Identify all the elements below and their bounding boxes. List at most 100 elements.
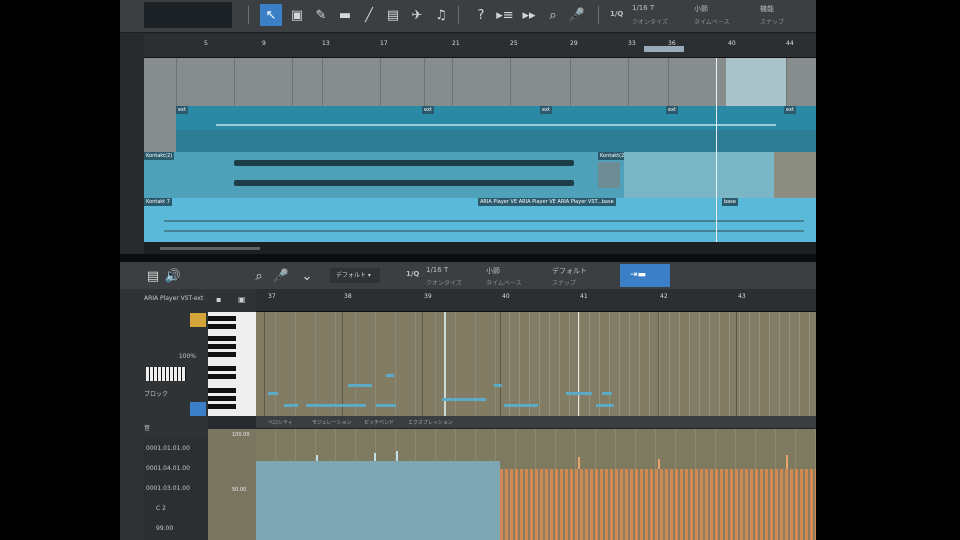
scale-max: 100.00	[232, 432, 250, 438]
arrange-scrollbar[interactable]	[144, 242, 816, 254]
snap-next-icon[interactable]: ▸▸	[518, 4, 540, 26]
pencil-icon[interactable]: ✎	[310, 4, 332, 26]
loop-marker[interactable]	[644, 46, 684, 52]
lock-icon[interactable]: ▣	[238, 295, 246, 304]
black-key[interactable]	[208, 404, 236, 409]
arrange-ruler[interactable]: 5 9 13 17 21 25 29 33 36 40 44	[144, 34, 816, 58]
velocity-bar[interactable]	[374, 453, 376, 461]
playhead[interactable]	[716, 58, 717, 242]
midi-note[interactable]	[442, 398, 486, 401]
lane-dropdown[interactable]: 音	[120, 423, 208, 432]
edit-mode-label[interactable]: ブロック	[120, 389, 208, 398]
midi-note[interactable]	[602, 392, 612, 395]
midi-note[interactable]	[376, 404, 396, 407]
split-icon[interactable]: ▤	[382, 4, 404, 26]
clip-name[interactable]: ext	[422, 106, 434, 114]
midi-note[interactable]	[504, 404, 538, 407]
midi-note[interactable]	[348, 384, 372, 387]
midi-note[interactable]	[494, 384, 502, 387]
scrub-icon[interactable]: 🎤	[270, 265, 292, 287]
editor-quantize-value[interactable]: 1/16 T	[426, 266, 448, 274]
clip-name[interactable]: ext	[784, 106, 796, 114]
settings-icon[interactable]	[190, 402, 206, 416]
snap-label: スナップ	[760, 19, 785, 26]
zoom-icon[interactable]: ⌕	[248, 265, 270, 287]
black-key[interactable]	[208, 324, 236, 329]
midi-note[interactable]	[386, 374, 394, 377]
midi-note[interactable]	[566, 392, 592, 395]
velocity-bars-blue[interactable]	[256, 461, 500, 540]
editor-timebase-value[interactable]: 小節	[486, 266, 500, 276]
timebase-value[interactable]: 小節	[694, 4, 708, 14]
mute-tool-icon[interactable]: ✈	[406, 4, 428, 26]
tab-velocity[interactable]: ベロシティ	[268, 419, 293, 426]
snap-value[interactable]: 機能	[760, 4, 774, 14]
controller-tabs: ベロシティ モジュレーション ピッチベンド エクスプレッション	[256, 416, 816, 429]
black-key[interactable]	[208, 344, 236, 349]
zoom-icon[interactable]: ⌕	[542, 4, 564, 26]
curve-icon[interactable]: ⌄	[296, 265, 318, 287]
velocity-bars-orange[interactable]	[500, 469, 816, 540]
velocity-bar[interactable]	[786, 455, 788, 469]
black-key[interactable]	[208, 374, 236, 379]
instrument-name[interactable]: ARIA Player VST-ext	[120, 295, 208, 302]
clip-name[interactable]: ext	[540, 106, 552, 114]
listen-icon[interactable]: ♫	[430, 4, 452, 26]
quantize-value[interactable]: 1/16 T	[632, 4, 654, 12]
velocity-bar[interactable]	[396, 451, 398, 461]
scrollbar-thumb[interactable]	[160, 247, 260, 250]
tab-modulation[interactable]: モジュレーション	[312, 419, 351, 426]
velocity-bar[interactable]	[578, 457, 580, 469]
help-icon[interactable]: ?	[470, 4, 492, 26]
pane-divider[interactable]	[120, 254, 816, 262]
select-arrow-icon[interactable]: ↖	[260, 4, 282, 26]
velocity-bar[interactable]	[658, 459, 660, 469]
tab-expression[interactable]: エクスプレッション	[408, 419, 453, 426]
black-key[interactable]	[208, 352, 236, 357]
track-color-swatch[interactable]	[190, 313, 206, 327]
audio-waveform	[234, 160, 574, 166]
piano-roll-grid[interactable]	[256, 312, 816, 416]
eraser-icon[interactable]: ▬	[334, 4, 356, 26]
midi-note[interactable]	[306, 404, 366, 407]
ruler-tick: 21	[452, 40, 460, 47]
editor-ruler[interactable]: ▪ ▣ 37 38 39 40 41 42 43	[208, 289, 816, 312]
black-key[interactable]	[208, 316, 236, 321]
clip-name[interactable]: ARIA Player VE ARIA Player VE ARIA Playe…	[478, 198, 616, 206]
black-key[interactable]	[208, 396, 236, 401]
midi-note[interactable]	[284, 404, 298, 407]
clip-name[interactable]: Kontakt(2)	[144, 152, 175, 160]
range-tool-icon[interactable]: ▣	[286, 4, 308, 26]
editor-quantize-label: クオンタイズ	[426, 280, 462, 287]
toolbar-left-box[interactable]	[144, 2, 232, 28]
midi-note[interactable]	[596, 404, 614, 407]
grid-icon[interactable]: ▪	[216, 295, 221, 304]
tab-pitchbend[interactable]: ピッチベンド	[364, 419, 394, 426]
ruler-tick: 44	[786, 40, 794, 47]
editor-snap-value[interactable]: デフォルト	[552, 266, 587, 276]
editor-mode-value: デフォルト	[336, 272, 367, 279]
clip-selection[interactable]	[598, 162, 620, 188]
clip-name[interactable]: ext	[666, 106, 678, 114]
velocity-lane[interactable]	[256, 429, 816, 540]
clip-name[interactable]: base	[722, 198, 738, 206]
black-key[interactable]	[208, 388, 236, 393]
speaker-icon[interactable]: 🔊	[162, 265, 184, 287]
value-list: 0001.01.01.00 0001.04.01.00 0001.03.01.0…	[144, 439, 208, 540]
paint-icon[interactable]: ╱	[358, 4, 380, 26]
arrange-area[interactable]: ext ext ext ext ext Kontakt(2) Kontakt(2…	[144, 58, 816, 242]
snap-toggle-button[interactable]: ⇥▬	[620, 264, 670, 287]
scrub-icon[interactable]: 🎤	[566, 4, 588, 26]
clip-name[interactable]: Kontakt 7	[144, 198, 172, 206]
snap-forward-icon[interactable]: ▸≡	[494, 4, 516, 26]
editor-list-icon[interactable]: ▤	[142, 265, 164, 287]
track-clip-lane-1[interactable]: ext ext ext ext ext	[176, 106, 816, 152]
black-key[interactable]	[208, 336, 236, 341]
editor-mode-dropdown[interactable]: デフォルト ▾	[330, 268, 380, 283]
black-key[interactable]	[208, 366, 236, 371]
editor-ruler-tools: ▪ ▣	[208, 289, 256, 312]
clip-name[interactable]: ext	[176, 106, 188, 114]
velocity-bar[interactable]	[316, 455, 318, 461]
midi-note[interactable]	[268, 392, 278, 395]
zoom-value[interactable]: 100%	[120, 353, 208, 360]
